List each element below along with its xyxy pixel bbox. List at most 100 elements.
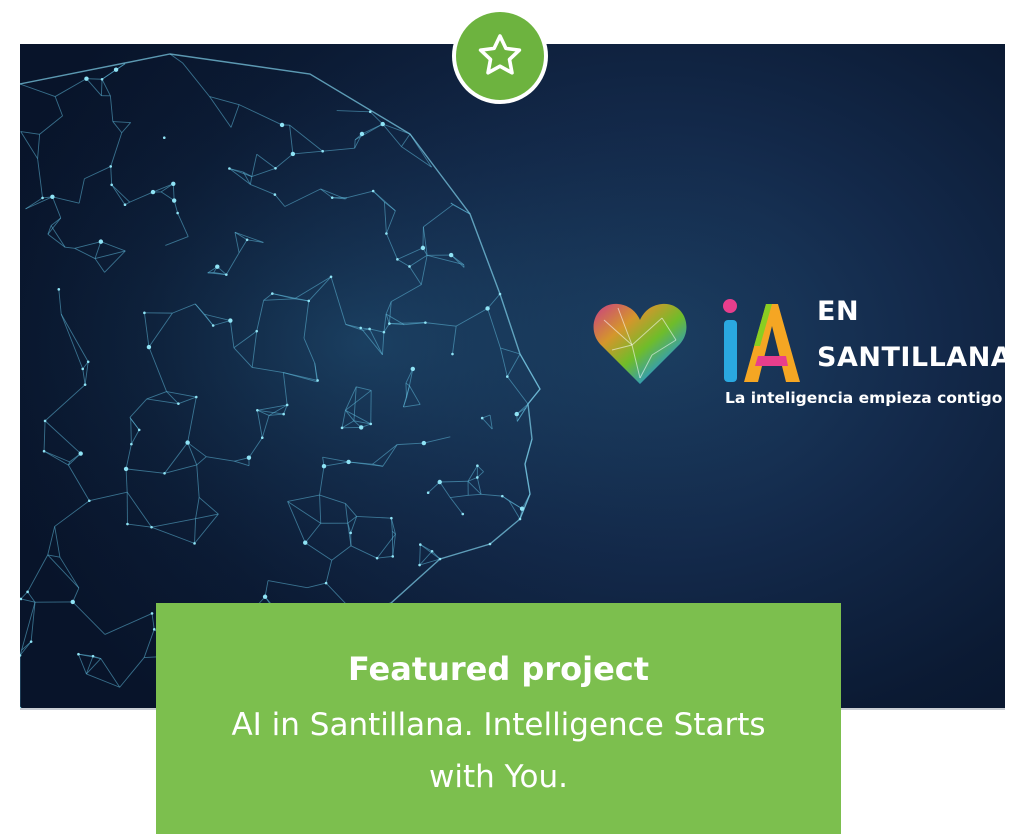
mesh-node [375,556,379,560]
mesh-node [451,352,454,356]
mesh-node [359,326,363,330]
mesh-node [255,329,259,333]
caption-title: Featured project [347,650,650,688]
mesh-node [424,321,427,324]
mesh-node [279,122,285,128]
mesh-node [282,412,285,416]
mesh-node [340,426,344,430]
mesh-node [88,499,91,503]
mesh-node [177,402,180,405]
mesh-node [57,288,61,291]
mesh-node [50,194,55,200]
mesh-node [150,189,156,195]
mesh-node [271,292,274,295]
mesh-node [41,196,44,200]
mesh-node [488,542,492,546]
mesh-node [83,383,87,386]
mesh-node [290,151,296,157]
mesh-node [43,419,47,423]
mesh-node [321,463,327,469]
mesh-node [498,292,502,296]
mesh-node [91,654,95,658]
logo-text-en: EN [817,296,860,327]
mesh-node [98,239,104,244]
mesh-node [70,599,75,605]
mesh-node [385,232,388,235]
mesh-node [390,516,393,520]
logo-text-santillana: SANTILLANA [817,342,1005,373]
mesh-node [150,612,154,615]
mesh-node [130,442,133,446]
mesh-node [359,131,365,137]
mesh-node [29,640,33,643]
mesh-line [86,78,103,80]
mesh-node [514,411,519,417]
mesh-node [262,594,268,599]
mesh-node [137,428,141,432]
mesh-node [126,522,129,526]
mesh-node [26,590,29,594]
mesh-node [303,540,308,545]
featured-card[interactable]: EN SANTILLANA La inteligencia empieza co… [0,0,1012,837]
caption-box[interactable]: Featured project AI in Santillana. Intel… [156,603,841,834]
mesh-node [382,330,386,334]
ia-letters-icon [723,299,800,382]
mesh-node [285,403,289,407]
mesh-node [193,542,196,545]
mesh-node [420,245,426,251]
mesh-node [321,149,324,153]
star-icon [478,34,522,75]
mesh-node [176,211,179,215]
badge-circle [456,12,544,100]
mesh-node [476,476,479,479]
mesh-node [518,517,522,521]
heart-logo-icon [593,303,687,384]
mesh-node [86,360,90,364]
mesh-node [410,366,416,372]
mesh-node [430,549,434,553]
mesh-node [437,479,442,485]
mesh-node [419,543,422,546]
mesh-node [146,344,152,350]
caption-description: AI in Santillana. Intelligence Starts wi… [231,707,766,795]
mesh-node [171,198,177,203]
mesh-node [77,652,80,656]
mesh-node [42,449,46,453]
mesh-node [113,67,119,72]
mesh-node [330,196,334,199]
mesh-node [100,77,104,81]
mesh-node [371,189,375,193]
mesh-node [480,416,484,420]
mesh-node [81,367,85,371]
mesh-node [185,440,190,445]
mesh-node [150,525,153,529]
mesh-node [316,379,319,382]
featured-badge [452,8,548,104]
mesh-node [380,121,385,127]
mesh-node [368,110,372,114]
mesh-node [418,563,421,567]
mesh-node [246,455,252,460]
mesh-node [274,166,277,170]
mesh-node [485,306,490,311]
mesh-node [519,506,525,511]
mesh-node [163,472,166,475]
mesh-node [448,252,454,258]
mesh-node [438,557,442,561]
mesh-node [78,451,83,456]
mesh-node [506,375,509,378]
mesh-node [368,327,371,331]
mesh-node [346,459,351,465]
mesh-node [273,193,277,196]
mesh-node [349,531,352,535]
mesh-node [109,165,113,168]
mesh-node [501,494,504,498]
mesh-node [256,408,259,412]
mesh-node [245,238,249,242]
mesh-node [211,324,215,327]
mesh-node [194,395,198,399]
mesh-node [215,264,220,269]
mesh-node [225,273,228,276]
mesh-node [143,311,146,315]
mesh-node [171,181,176,187]
